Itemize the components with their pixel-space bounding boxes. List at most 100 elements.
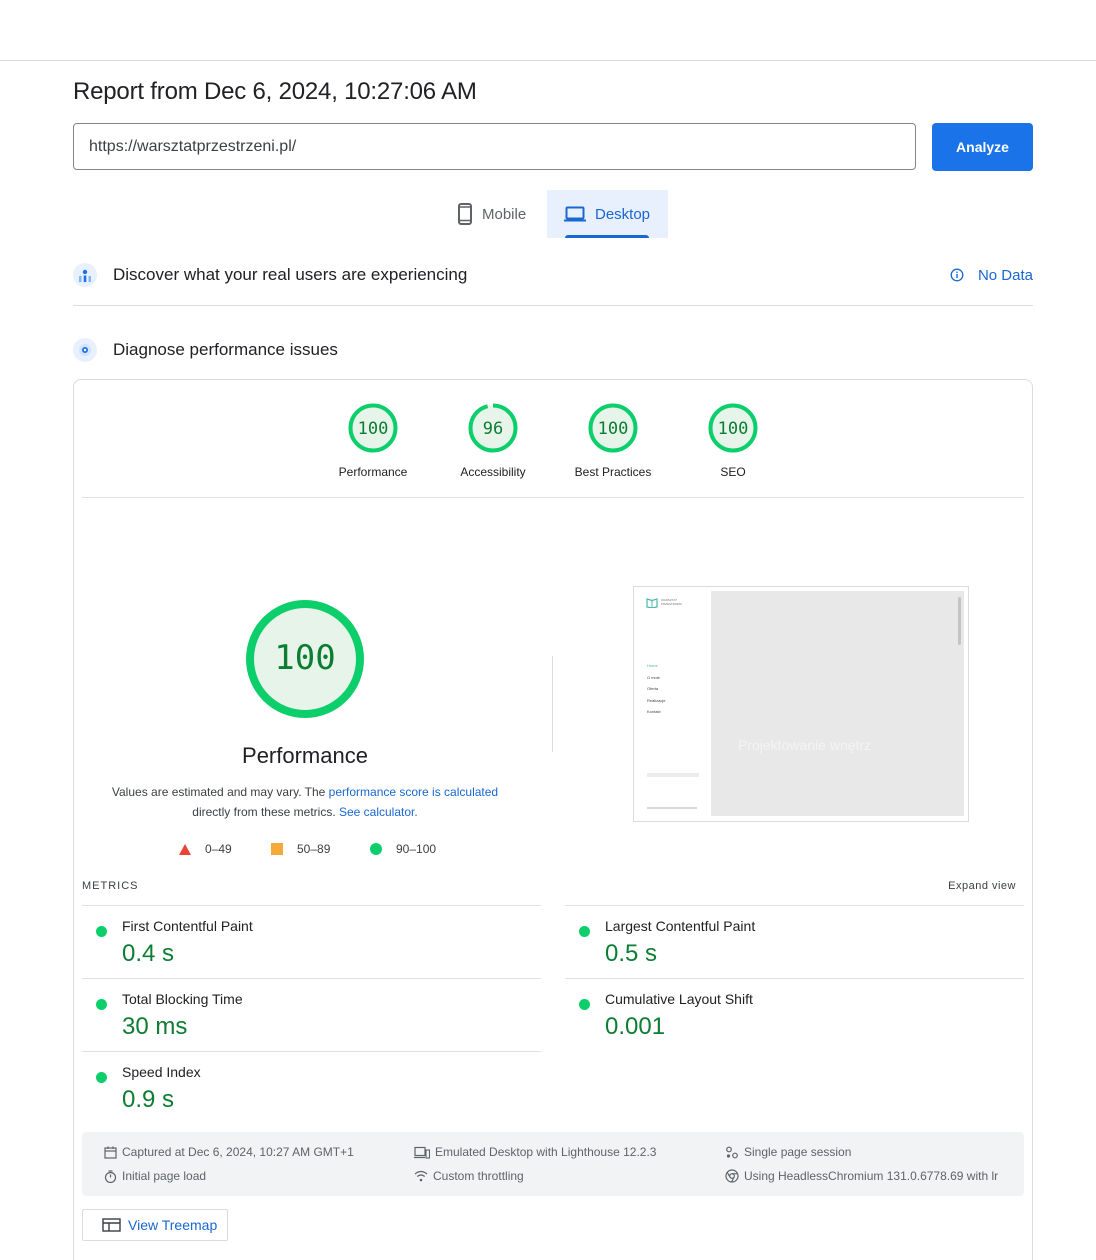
metric-value: 0.4 s xyxy=(122,940,175,967)
treemap-label: View Treemap xyxy=(128,1217,218,1233)
vertical-separator xyxy=(552,656,553,752)
no-data-label: No Data xyxy=(977,266,1033,284)
logo-icon xyxy=(646,598,658,608)
gauge-ring: 100 xyxy=(348,403,398,453)
category-score: 100 xyxy=(598,419,629,439)
calculator-link[interactable]: See calculator. xyxy=(339,805,418,819)
gauge-ring: 100 xyxy=(588,403,638,453)
run-info-captured: Captured at Dec 6, 2024, 10:27 AM GMT+1 xyxy=(104,1145,354,1159)
legend-label: 50–89 xyxy=(297,842,331,856)
run-info-box: Captured at Dec 6, 2024, 10:27 AM GMT+1 … xyxy=(82,1132,1024,1196)
page-screenshot: WARSZTAT PRZESTRZENI Home O mnie Oferta … xyxy=(633,586,969,822)
metric-name: Cumulative Layout Shift xyxy=(605,991,753,1007)
category-score: 100 xyxy=(358,419,389,439)
performance-note: Values are estimated and may vary. The p… xyxy=(105,782,505,822)
screenshot-nav-item: Realizacje xyxy=(647,698,666,703)
card-divider xyxy=(82,497,1024,498)
category-gauge-accessibility[interactable]: 96 Accessibility xyxy=(443,403,543,479)
pass-indicator xyxy=(96,999,107,1010)
legend-label: 90–100 xyxy=(396,842,437,856)
tab-desktop-label: Desktop xyxy=(595,205,651,223)
users-icon xyxy=(73,263,97,287)
diagnose-title: Diagnose performance issues xyxy=(113,340,338,359)
metric-si: Speed Index 0.9 s xyxy=(82,1064,482,1120)
treemap-icon xyxy=(102,1218,121,1232)
real-users-title: Discover what your real users are experi… xyxy=(113,265,468,284)
category-gauge-best-practices[interactable]: 100 Best Practices xyxy=(563,403,663,479)
metric-divider xyxy=(82,905,541,906)
expand-view-button[interactable]: Expand view xyxy=(948,880,1016,892)
active-tab-indicator xyxy=(565,235,649,238)
no-data-link[interactable]: No Data xyxy=(950,267,1033,284)
url-input[interactable]: https://warsztatprzestrzeni.pl/ xyxy=(73,123,916,170)
category-label: Performance xyxy=(338,465,408,479)
category-gauge-seo[interactable]: 100 SEO xyxy=(683,403,783,479)
metric-value: 0.5 s xyxy=(605,940,658,967)
emulated-text: Emulated Desktop with Lighthouse 12.2.3 xyxy=(435,1145,657,1159)
run-info-browser: Using HeadlessChromium 131.0.6778.69 wit… xyxy=(725,1169,998,1183)
pass-indicator xyxy=(96,1072,107,1083)
view-treemap-button[interactable]: View Treemap xyxy=(82,1209,228,1241)
screenshot-nav-item: O mnie xyxy=(647,675,660,680)
metric-cls: Cumulative Layout Shift 0.001 xyxy=(565,991,965,1047)
metric-fcp: First Contentful Paint 0.4 s xyxy=(82,918,482,974)
pass-indicator xyxy=(96,926,107,937)
metric-divider xyxy=(565,978,1024,979)
report-title: Report from Dec 6, 2024, 10:27:06 AM xyxy=(73,78,477,105)
category-score: 100 xyxy=(718,419,749,439)
category-score: 96 xyxy=(483,419,503,439)
square-icon xyxy=(271,843,283,855)
pass-indicator xyxy=(579,999,590,1010)
wifi-icon xyxy=(414,1170,428,1182)
legend-fail: 0–49 xyxy=(178,842,232,856)
run-info-load: Initial page load xyxy=(104,1169,206,1183)
screenshot-hero-text: Projektowanie wnętrz xyxy=(738,737,872,753)
metric-divider xyxy=(565,905,1024,906)
legend-label: 0–49 xyxy=(205,842,232,856)
category-gauge-performance[interactable]: 100 Performance xyxy=(323,403,423,479)
analyze-button[interactable]: Analyze xyxy=(932,123,1033,171)
note-text: Values are estimated and may vary. The xyxy=(111,785,329,799)
chrome-icon xyxy=(725,1169,739,1183)
gauge-ring: 100 xyxy=(708,403,758,453)
performance-title: Performance xyxy=(242,743,368,768)
calendar-icon xyxy=(104,1146,117,1159)
tab-mobile[interactable]: Mobile xyxy=(445,190,547,238)
browser-text: Using HeadlessChromium 131.0.6778.69 wit… xyxy=(744,1169,999,1183)
metric-name: Total Blocking Time xyxy=(122,991,243,1007)
pass-indicator xyxy=(579,926,590,937)
screenshot-sidebar: WARSZTAT PRZESTRZENI Home O mnie Oferta … xyxy=(634,587,711,821)
timer-icon xyxy=(104,1169,117,1183)
metrics-heading: METRICS xyxy=(82,880,139,892)
info-icon xyxy=(950,268,964,282)
session-icon xyxy=(726,1146,738,1158)
top-bar xyxy=(0,0,1096,61)
performance-gauge: 100 xyxy=(245,599,365,724)
score-calculation-link[interactable]: performance score is calculated xyxy=(329,785,498,799)
section-divider xyxy=(73,305,1033,306)
real-users-section: Discover what your real users are experi… xyxy=(73,263,1033,287)
category-label: Accessibility xyxy=(460,465,526,479)
note-text: directly from these metrics. xyxy=(192,805,339,819)
metric-name: Speed Index xyxy=(122,1064,201,1080)
captured-text: Captured at Dec 6, 2024, 10:27 AM GMT+1 xyxy=(122,1145,354,1159)
category-label: Best Practices xyxy=(574,465,652,479)
gauge-ring: 96 xyxy=(468,403,518,453)
metric-name: Largest Contentful Paint xyxy=(605,918,756,934)
metric-value: 0.001 xyxy=(605,1013,666,1040)
diagnose-section: Diagnose performance issues xyxy=(73,338,1033,362)
target-icon xyxy=(73,338,97,362)
metric-lcp: Largest Contentful Paint 0.5 s xyxy=(565,918,965,974)
screenshot-nav-item: Kontakt xyxy=(647,709,661,714)
laptop-icon xyxy=(564,206,586,222)
run-info-session: Single page session xyxy=(725,1145,851,1159)
screenshot-contact xyxy=(647,773,699,777)
screenshot-brand: WARSZTAT PRZESTRZENI xyxy=(661,598,682,606)
phone-icon xyxy=(458,203,472,225)
tab-desktop[interactable]: Desktop xyxy=(547,190,668,238)
screenshot-scrollbar xyxy=(958,597,961,645)
run-info-throttling: Custom throttling xyxy=(414,1169,524,1183)
screenshot-hero xyxy=(711,591,964,816)
tab-mobile-label: Mobile xyxy=(482,205,527,223)
legend-average: 50–89 xyxy=(271,842,330,856)
